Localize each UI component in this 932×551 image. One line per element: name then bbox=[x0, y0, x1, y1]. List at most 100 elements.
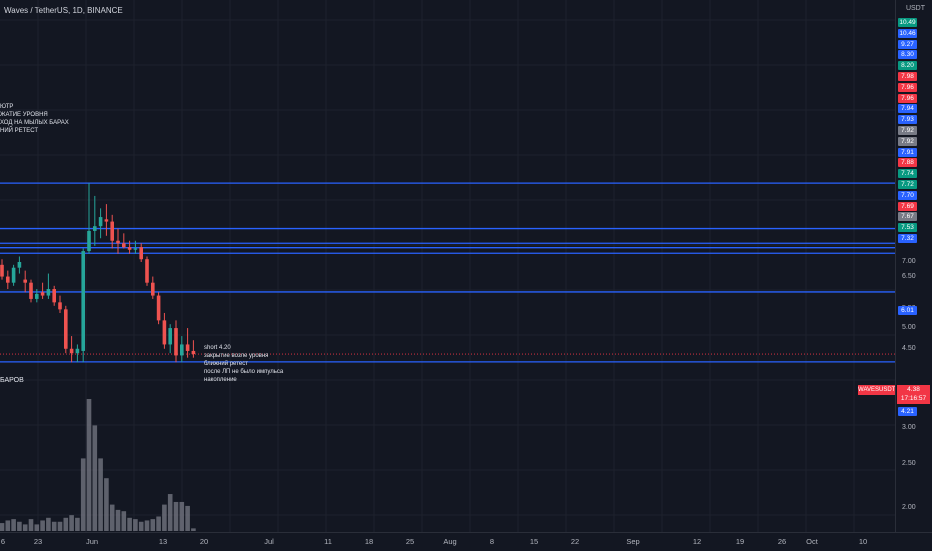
current-price: 4.38 bbox=[907, 386, 920, 393]
time-tick-label: Jun bbox=[85, 537, 99, 546]
candle-body bbox=[17, 262, 22, 268]
price-badge: 7.32 bbox=[898, 234, 917, 243]
volume-bar bbox=[57, 521, 63, 531]
price-tick-label: 4.50 bbox=[902, 344, 916, 352]
candle-body bbox=[156, 295, 161, 321]
volume-bar bbox=[22, 524, 28, 531]
price-badge: 9.27 bbox=[898, 39, 917, 49]
volume-bar bbox=[133, 519, 138, 531]
volume-bar bbox=[179, 501, 185, 531]
price-badge: 7.72 bbox=[898, 180, 917, 189]
volume-bar bbox=[115, 509, 121, 531]
volume-bar bbox=[5, 520, 11, 531]
time-tick-label: 13 bbox=[158, 537, 168, 546]
current-price-badge: 4.38 17:16:57 bbox=[897, 385, 930, 404]
candle-body bbox=[133, 248, 138, 250]
candle-body bbox=[64, 309, 68, 349]
volume-bar bbox=[156, 516, 161, 531]
time-tick-label: 18 bbox=[364, 537, 374, 546]
time-tick-label: 23 bbox=[33, 537, 43, 546]
price-badge: 7.92 bbox=[898, 136, 917, 146]
candle-body bbox=[110, 221, 114, 241]
volume-bar bbox=[185, 505, 190, 531]
time-tick-label: 15 bbox=[529, 537, 539, 546]
candle-body bbox=[98, 217, 103, 227]
candle-body bbox=[180, 344, 184, 356]
candle-body bbox=[35, 293, 39, 299]
price-scale[interactable]: USDT 10.49 10.46 9.27 8.30 8.20 7.98 7.96 7.96 7… bbox=[895, 0, 932, 532]
candle-body bbox=[58, 302, 62, 310]
time-tick-label: 20 bbox=[199, 537, 209, 546]
price-badge: 7.88 bbox=[898, 158, 917, 168]
candle-body bbox=[29, 282, 33, 299]
volume-bar bbox=[80, 458, 86, 531]
price-badge: 8.20 bbox=[898, 61, 917, 71]
volume-bar bbox=[75, 517, 80, 531]
candle-body bbox=[93, 226, 97, 231]
volume-bar bbox=[0, 523, 5, 531]
volume-bar bbox=[92, 425, 98, 531]
candle-body bbox=[185, 344, 190, 351]
candle-body bbox=[0, 264, 4, 277]
candle-body bbox=[168, 328, 172, 345]
time-tick-label: Jul bbox=[264, 537, 274, 546]
time-tick-label: 11 bbox=[324, 537, 332, 546]
candle-body bbox=[191, 350, 196, 355]
time-tick-label: Oct bbox=[806, 537, 818, 546]
price-badge: 10.49 bbox=[898, 18, 917, 27]
volume-bar bbox=[46, 517, 51, 531]
time-tick-label: 22 bbox=[570, 537, 580, 546]
time-tick-label: 8 bbox=[489, 537, 495, 546]
time-tick-label: 10 bbox=[858, 537, 868, 546]
price-tick-label: 3.00 bbox=[902, 424, 916, 432]
candle-body bbox=[69, 348, 74, 354]
volume-bar bbox=[104, 478, 109, 531]
price-tick-label: 6.50 bbox=[902, 272, 916, 280]
price-chart[interactable] bbox=[0, 0, 895, 532]
volume-bar bbox=[127, 517, 132, 531]
time-axis[interactable]: 6 23 Jun 13 20 Jul 11 18 25 Aug 8 15 22 Sep 12 19 26 Oct 1… bbox=[0, 532, 932, 551]
price-badge: 7.98 bbox=[898, 72, 917, 81]
volume-bar bbox=[138, 521, 144, 531]
symbol-tag: WAVESUSDT bbox=[858, 385, 896, 395]
candle-body bbox=[122, 243, 126, 248]
volume-bar bbox=[63, 517, 69, 531]
price-badge: 7.96 bbox=[898, 93, 917, 103]
volume-bar bbox=[144, 520, 150, 531]
volume-bar bbox=[150, 519, 156, 531]
price-badge: 7.96 bbox=[898, 82, 917, 92]
annotation-right: short 4.20 закрытие возле уровня ближний… bbox=[204, 345, 284, 383]
volume-bar bbox=[86, 399, 92, 531]
candle-body bbox=[139, 247, 143, 260]
candle-body bbox=[11, 267, 16, 283]
price-badge: 7.74 bbox=[898, 169, 917, 179]
candle-body bbox=[116, 240, 120, 244]
price-badge: 7.93 bbox=[898, 115, 917, 125]
candle-body bbox=[162, 320, 167, 345]
candle-body bbox=[6, 276, 10, 283]
candle-body bbox=[174, 328, 178, 356]
price-badge: 7.92 bbox=[898, 126, 917, 135]
candle-body bbox=[75, 348, 80, 354]
level-badge-6-01: 6.01 bbox=[898, 306, 917, 315]
annotation-left: ЮТР ЖАТИЕ УРОВНЯ ХОД НА МЫЛЫХ БАРАХ НИЙ … bbox=[0, 104, 69, 134]
volume-bar bbox=[11, 519, 16, 531]
price-tick-label: 5.00 bbox=[902, 324, 916, 332]
volume-bar bbox=[51, 521, 57, 531]
price-tick-label: 2.00 bbox=[902, 504, 916, 511]
price-badge: 10.46 bbox=[898, 28, 917, 38]
chart-area[interactable]: ЮТР ЖАТИЕ УРОВНЯ ХОД НА МЫЛЫХ БАРАХ НИЙ … bbox=[0, 0, 895, 532]
volume-bar bbox=[28, 519, 34, 531]
candle-body bbox=[40, 292, 45, 296]
time-tick-label: 26 bbox=[777, 537, 787, 546]
volume-bar bbox=[40, 520, 45, 531]
time-tick-label: 6 bbox=[0, 537, 6, 546]
price-badge: 7.67 bbox=[898, 212, 917, 222]
candle-body bbox=[46, 289, 51, 296]
candle-body bbox=[104, 219, 109, 222]
volume-bar bbox=[121, 511, 127, 531]
price-tick-label: 7.00 bbox=[902, 258, 916, 265]
time-tick-label: 19 bbox=[735, 537, 745, 546]
time-tick-label: 12 bbox=[692, 537, 702, 546]
currency-label: USDT bbox=[905, 5, 925, 12]
